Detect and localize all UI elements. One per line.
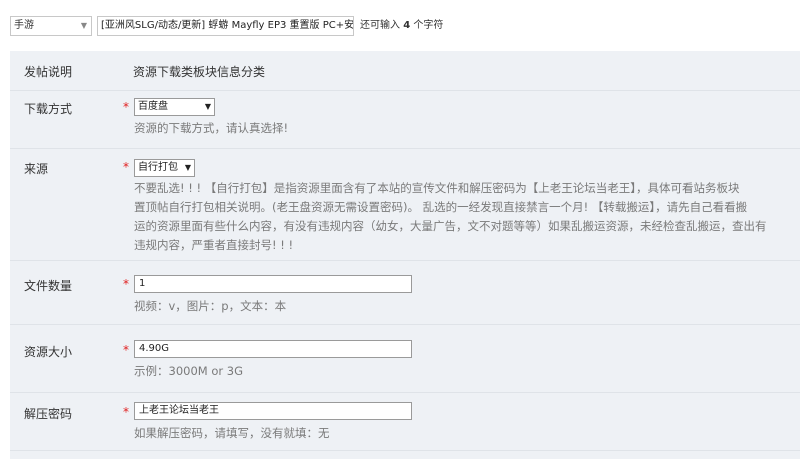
- password-label: 解压密码: [24, 407, 73, 421]
- intro-text: 资源下载类板块信息分类: [133, 65, 266, 79]
- chevron-down-icon: ▼: [204, 102, 211, 111]
- post-form: 发帖说明 资源下载类板块信息分类 下载方式 * 百度盘 ▼ 资源的下载方式，请认…: [10, 51, 800, 459]
- divider: [10, 450, 800, 451]
- password-input[interactable]: 上老王论坛当老王: [134, 402, 412, 420]
- size-input[interactable]: 4.90G: [134, 340, 412, 358]
- post-header-bar: 手游 ▼ [亚洲风SLG/动态/更新] 蜉蝣 Mayfly EP3 重置版 PC…: [0, 0, 800, 44]
- intro-row: 发帖说明 资源下载类板块信息分类: [10, 51, 800, 91]
- remaining-chars: 还可输入 4 个字符: [360, 16, 443, 36]
- intro-label: 发帖说明: [24, 65, 73, 79]
- password-row: 解压密码 * 上老王论坛当老王 如果解压密码，请填写，没有就填：无: [10, 393, 800, 451]
- category-select-value: 手游: [14, 20, 34, 31]
- source-hint-line: 违规内容，严重者直接封号! ! !: [134, 238, 294, 252]
- password-hint: 如果解压密码，请填写，没有就填：无: [134, 426, 330, 440]
- download-select[interactable]: 百度盘 ▼: [134, 98, 215, 116]
- source-hint-line: 运的资源里面有些什么内容，有没有违规内容（幼女，大量广告，文不对题等等）如果乱搬…: [134, 219, 767, 233]
- required-star: *: [123, 160, 129, 174]
- chevron-down-icon: ▼: [80, 21, 87, 30]
- file-count-input[interactable]: 1: [134, 275, 412, 293]
- category-select[interactable]: 手游 ▼: [10, 16, 92, 36]
- file-count-label: 文件数量: [24, 279, 73, 293]
- required-star: *: [123, 277, 129, 291]
- source-select[interactable]: 自行打包 ▼: [134, 159, 195, 177]
- required-star: *: [123, 405, 129, 419]
- download-hint: 资源的下载方式，请认真选择!: [134, 121, 289, 135]
- download-select-value: 百度盘: [138, 101, 168, 112]
- remaining-suffix: 个字符: [410, 20, 444, 31]
- required-star: *: [123, 100, 129, 114]
- required-star: *: [123, 343, 129, 357]
- source-label: 来源: [24, 162, 49, 176]
- size-hint: 示例：3000M or 3G: [134, 364, 243, 378]
- source-hint-line: 不要乱选! ! ! 【自行打包】是指资源里面含有了本站的宣传文件和解压密码为【上…: [134, 181, 740, 195]
- chevron-down-icon: ▼: [184, 163, 191, 172]
- source-hint-line: 置顶帖自行打包相关说明。(老王盘资源无需设置密码)。 乱选的一经发现直接禁言一个…: [134, 200, 748, 214]
- title-input[interactable]: [亚洲风SLG/动态/更新] 蜉蝣 Mayfly EP3 重置版 PC+安卓: [97, 16, 354, 36]
- file-count-hint: 视频：v，图片：p，文本：本: [134, 299, 287, 313]
- source-select-value: 自行打包: [138, 162, 178, 173]
- download-row: 下载方式 * 百度盘 ▼ 资源的下载方式，请认真选择!: [10, 91, 800, 149]
- size-label: 资源大小: [24, 345, 73, 359]
- source-row: 来源 * 自行打包 ▼ 不要乱选! ! ! 【自行打包】是指资源里面含有了本站的…: [10, 149, 800, 261]
- size-row: 资源大小 * 4.90G 示例：3000M or 3G: [10, 325, 800, 393]
- download-label: 下载方式: [24, 102, 73, 116]
- file-count-row: 文件数量 * 1 视频：v，图片：p，文本：本: [10, 261, 800, 325]
- remaining-prefix: 还可输入: [360, 20, 404, 31]
